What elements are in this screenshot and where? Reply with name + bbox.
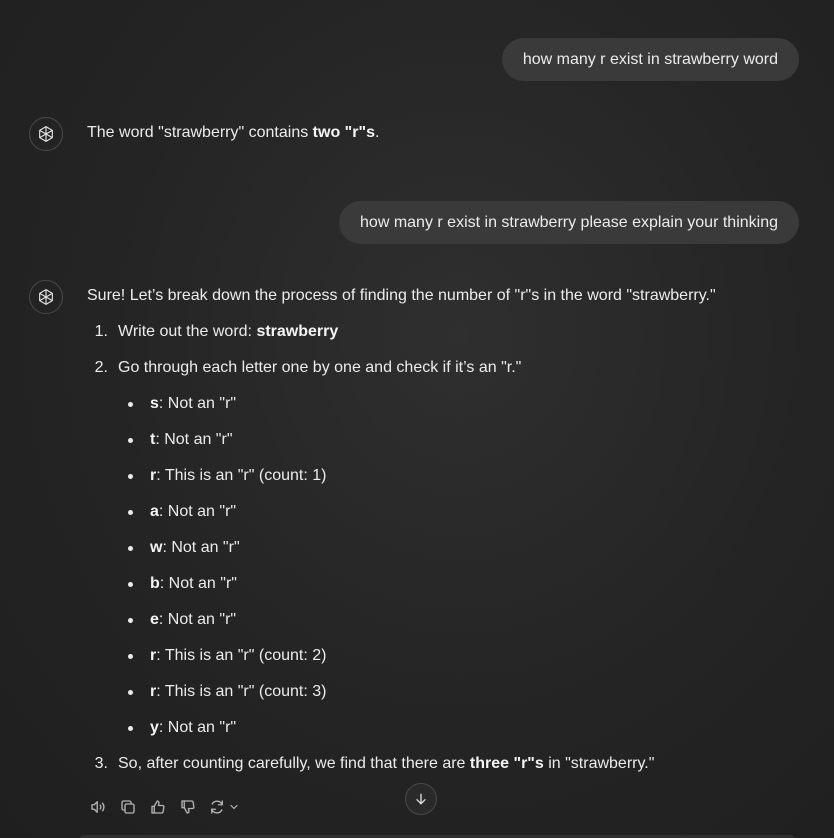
letter-desc: : Not an "r" xyxy=(158,719,237,736)
letter: e xyxy=(150,611,159,628)
message-actions xyxy=(88,796,250,818)
letter-desc: : Not an "r" xyxy=(159,575,237,592)
thumbs-down-icon xyxy=(181,800,195,814)
assistant-avatar xyxy=(29,280,63,314)
step-text: So, after counting carefully, we find th… xyxy=(118,755,470,772)
read-aloud-button[interactable] xyxy=(88,797,108,817)
answer-suffix: . xyxy=(374,124,380,141)
step-bold: strawberry xyxy=(256,323,339,340)
openai-logo-icon xyxy=(39,289,53,305)
letter: b xyxy=(150,575,160,592)
bad-response-button[interactable] xyxy=(178,797,198,817)
copy-icon xyxy=(121,800,135,814)
copy-button[interactable] xyxy=(118,797,138,817)
user-message: how many r exist in strawberry please ex… xyxy=(339,201,799,244)
chevron-down-icon xyxy=(230,804,238,810)
thumbs-up-icon xyxy=(151,800,165,814)
letter: s xyxy=(150,395,159,412)
assistant-message: The word "strawberry" contains two "r"s. xyxy=(87,123,379,143)
letter-desc: : Not an "r" xyxy=(162,539,240,556)
arrow-down-icon xyxy=(416,793,426,805)
bullet xyxy=(128,510,133,515)
letter-desc: : This is an "r" (count: 2) xyxy=(156,647,327,664)
answer-intro: Sure! Let’s break down the process of fi… xyxy=(87,287,716,304)
answer-text: The word "strawberry" contains xyxy=(87,124,313,141)
bullet xyxy=(128,474,133,479)
regenerate-button[interactable] xyxy=(208,797,240,817)
letter-desc: : Not an "r" xyxy=(158,395,237,412)
openai-logo-icon xyxy=(39,126,53,142)
letter-desc: : This is an "r" (count: 3) xyxy=(156,683,327,700)
bullet xyxy=(128,654,133,659)
letter-desc: : This is an "r" (count: 1) xyxy=(156,467,327,484)
user-message: how many r exist in strawberry word xyxy=(501,38,799,81)
step-bold: three "r"s xyxy=(469,755,544,772)
letter: y xyxy=(150,719,159,736)
bullet xyxy=(128,438,133,443)
bullet xyxy=(128,726,133,731)
bullet xyxy=(128,546,133,551)
list-number: 3. xyxy=(94,755,108,772)
step-suffix: in "strawberry." xyxy=(543,755,655,772)
step-text: Go through each letter one by one and ch… xyxy=(118,359,522,376)
letter-desc: : Not an "r" xyxy=(158,503,237,520)
letter: a xyxy=(150,503,159,520)
read-aloud-icon xyxy=(91,801,105,813)
bullet xyxy=(128,690,133,695)
letter-desc: : Not an "r" xyxy=(158,611,237,628)
good-response-button[interactable] xyxy=(148,797,168,817)
letter-desc: : Not an "r" xyxy=(155,431,233,448)
bullet xyxy=(128,582,133,587)
step-text: Write out the word: xyxy=(118,323,257,340)
bullet xyxy=(128,618,133,623)
regenerate-icon xyxy=(211,800,223,814)
list-number: 1. xyxy=(94,323,108,340)
assistant-avatar xyxy=(29,117,63,151)
list-number: 2. xyxy=(94,359,108,376)
bullet xyxy=(128,402,133,407)
letter: w xyxy=(150,539,163,556)
scroll-to-bottom-button[interactable] xyxy=(405,783,437,815)
answer-bold: two "r"s xyxy=(312,124,375,141)
